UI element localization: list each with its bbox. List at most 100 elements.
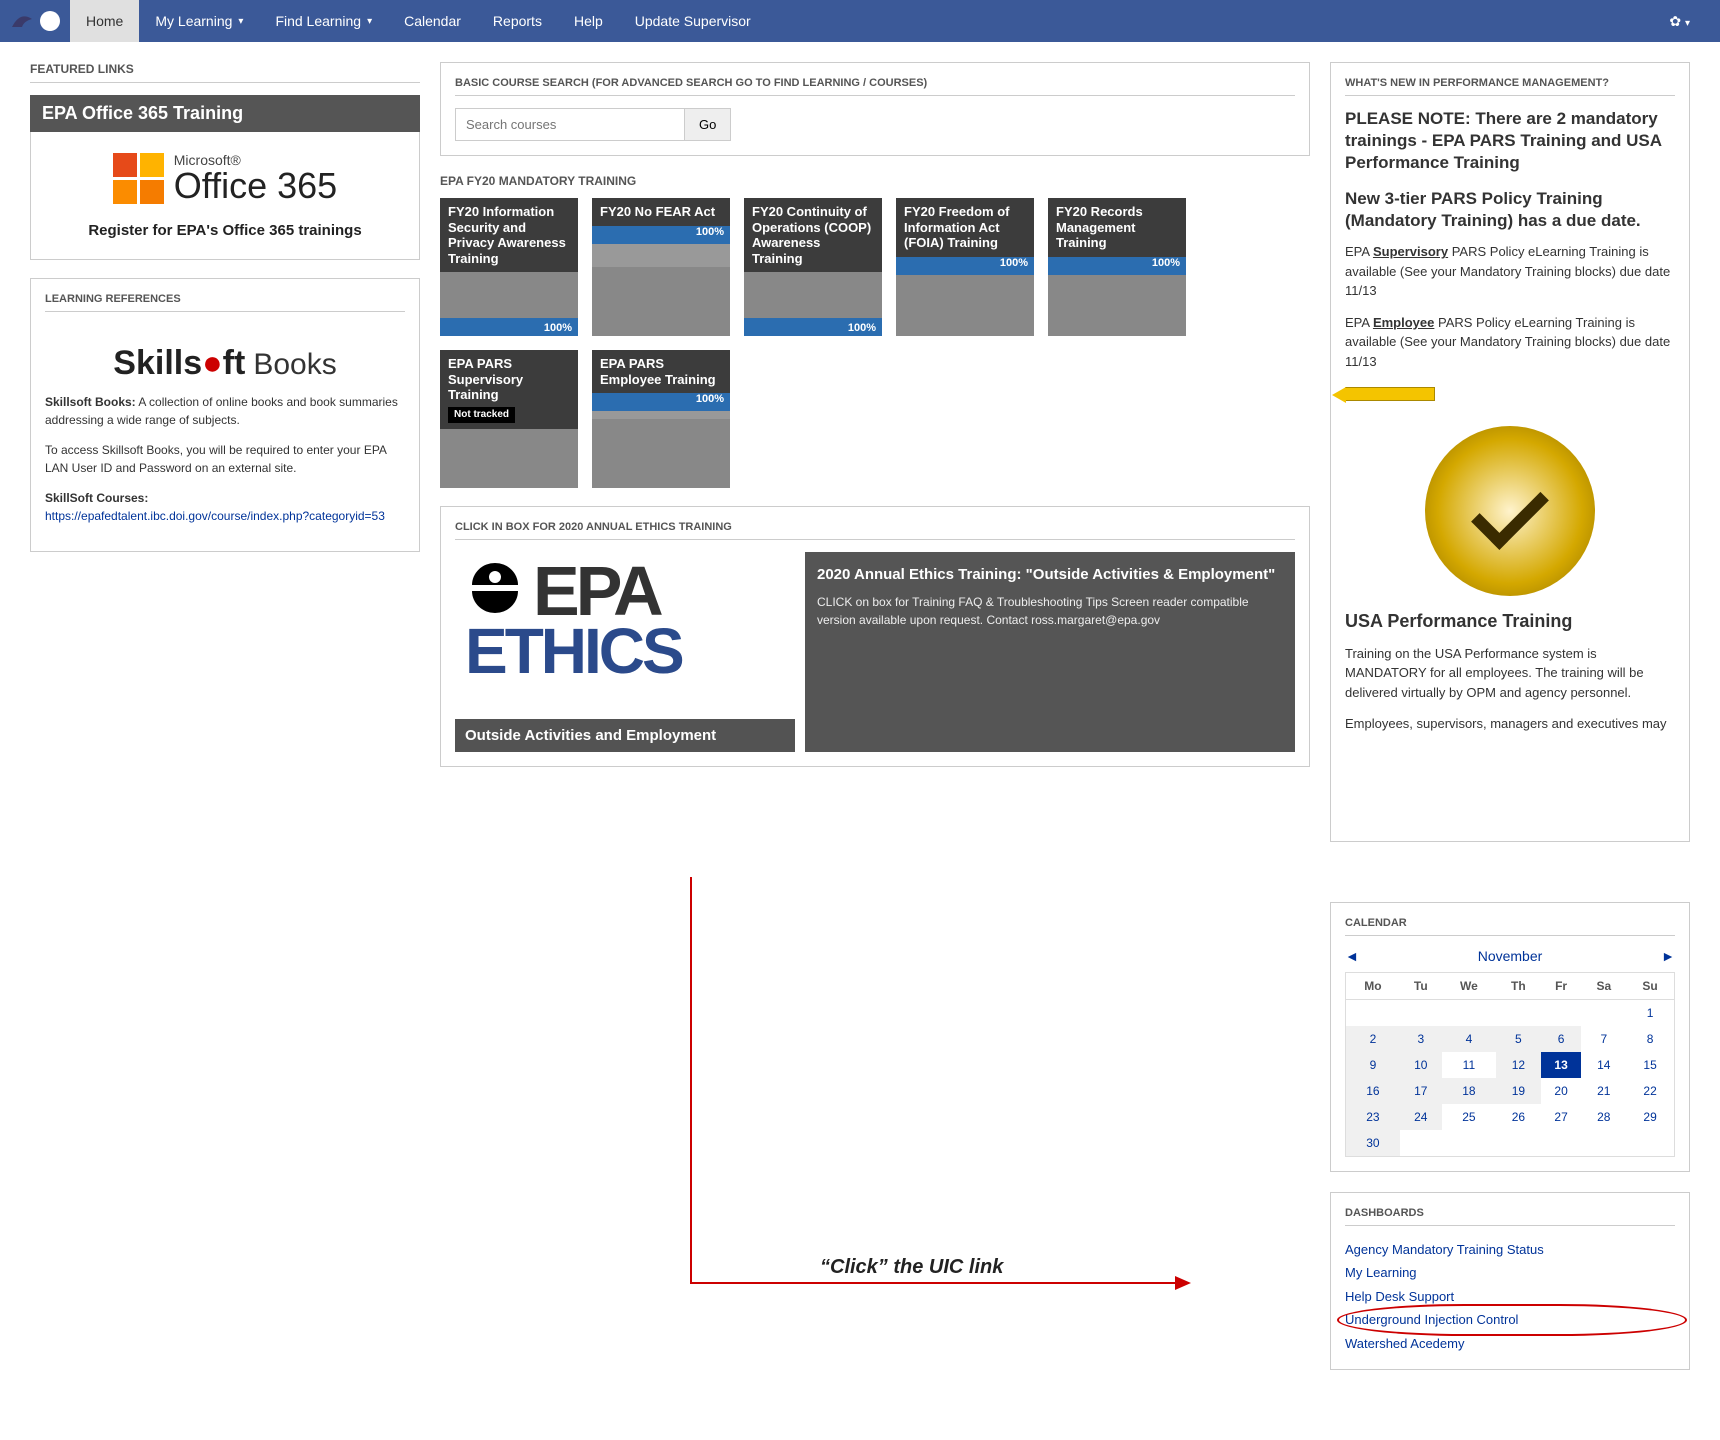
nav-find-learning[interactable]: Find Learning▾ <box>259 0 388 42</box>
ethics-description: 2020 Annual Ethics Training: "Outside Ac… <box>805 552 1295 752</box>
calendar-day[interactable]: 16 <box>1346 1078 1400 1104</box>
calendar-day[interactable]: 20 <box>1541 1078 1582 1104</box>
calendar-panel: CALENDAR ◄ November ► MoTuWeThFrSaSu 123… <box>1330 902 1690 1172</box>
training-tile[interactable]: FY20 Information Security and Privacy Aw… <box>440 198 578 336</box>
training-tile[interactable]: FY20 Records Management Training100% <box>1048 198 1186 336</box>
search-input[interactable] <box>455 108 685 141</box>
mandatory-title: EPA FY20 MANDATORY TRAINING <box>440 174 1310 188</box>
calendar-day[interactable]: 5 <box>1496 1026 1541 1052</box>
pars-seal-icon <box>1425 426 1595 596</box>
calendar-day[interactable]: 3 <box>1400 1026 1442 1052</box>
training-tile[interactable]: FY20 Continuity of Operations (COOP) Awa… <box>744 198 882 336</box>
arrow-left-icon <box>1345 387 1435 401</box>
tile-title: FY20 Information Security and Privacy Aw… <box>440 198 578 272</box>
tile-title: FY20 No FEAR Act <box>592 198 730 226</box>
calendar-next[interactable]: ► <box>1661 948 1675 964</box>
settings-menu[interactable]: ✿ ▾ <box>1669 13 1710 30</box>
calendar-day[interactable]: 15 <box>1626 1052 1674 1078</box>
ethics-training-tile[interactable]: EPA ETHICS Outside Activities and Employ… <box>455 552 795 752</box>
calendar-day[interactable]: 13 <box>1541 1052 1582 1078</box>
dashboard-link[interactable]: Agency Mandatory Training Status <box>1345 1238 1675 1261</box>
calendar-day[interactable]: 7 <box>1581 1026 1626 1052</box>
calendar-prev[interactable]: ◄ <box>1345 948 1359 964</box>
dashboard-link-uic[interactable]: Underground Injection Control <box>1345 1308 1675 1331</box>
calendar-day[interactable]: 30 <box>1346 1130 1400 1157</box>
calendar-day[interactable]: 6 <box>1541 1026 1582 1052</box>
tile-title: EPA PARS Supervisory TrainingNot tracked <box>440 350 578 429</box>
training-tile[interactable]: EPA PARS Employee Training100% <box>592 350 730 488</box>
featured-title: FEATURED LINKS <box>30 62 420 76</box>
calendar-day[interactable]: 24 <box>1400 1104 1442 1130</box>
whats-new-panel: WHAT'S NEW IN PERFORMANCE MANAGEMENT? PL… <box>1330 62 1690 842</box>
calendar-day <box>1581 1130 1626 1157</box>
calendar-day <box>1442 1130 1496 1157</box>
calendar-day[interactable]: 17 <box>1400 1078 1442 1104</box>
course-search-panel: BASIC COURSE SEARCH (FOR ADVANCED SEARCH… <box>440 62 1310 156</box>
tile-title: FY20 Continuity of Operations (COOP) Awa… <box>744 198 882 272</box>
calendar-day[interactable]: 18 <box>1442 1078 1496 1104</box>
calendar-day[interactable]: 23 <box>1346 1104 1400 1130</box>
calendar-day[interactable]: 29 <box>1626 1104 1674 1130</box>
progress-percent: 100% <box>1152 257 1180 269</box>
nav-calendar[interactable]: Calendar <box>388 0 477 42</box>
ethics-panel: CLICK IN BOX FOR 2020 ANNUAL ETHICS TRAI… <box>440 506 1310 767</box>
callout-text: “Click” the UIC link <box>820 1256 1003 1279</box>
mandatory-tiles: FY20 Information Security and Privacy Aw… <box>440 198 1310 488</box>
nav-home[interactable]: Home <box>70 0 139 42</box>
dashboards-panel: DASHBOARDS Agency Mandatory Training Sta… <box>1330 1192 1690 1370</box>
progress-percent: 100% <box>696 393 724 405</box>
chevron-down-icon: ▾ <box>238 16 243 27</box>
calendar-day[interactable]: 11 <box>1442 1052 1496 1078</box>
calendar-day[interactable]: 1 <box>1626 1000 1674 1027</box>
calendar-day <box>1400 1000 1442 1027</box>
app-logo <box>10 11 70 31</box>
calendar-day <box>1496 1000 1541 1027</box>
calendar-day[interactable]: 8 <box>1626 1026 1674 1052</box>
training-tile[interactable]: FY20 Freedom of Information Act (FOIA) T… <box>896 198 1034 336</box>
office-icon <box>113 153 164 204</box>
epa-seal-icon <box>40 11 60 31</box>
epa-icon <box>465 563 525 623</box>
office365-card[interactable]: EPA Office 365 Training Microsoft® Offic… <box>30 95 420 260</box>
skillsoft-courses-link[interactable]: https://epafedtalent.ibc.doi.gov/course/… <box>45 509 385 523</box>
calendar-day[interactable]: 2 <box>1346 1026 1400 1052</box>
calendar-grid: MoTuWeThFrSaSu 1234567891011121314151617… <box>1345 972 1675 1157</box>
progress-percent: 100% <box>696 226 724 238</box>
tile-title: EPA PARS Employee Training <box>592 350 730 393</box>
callout-line-h <box>690 1282 1175 1284</box>
tile-title: FY20 Records Management Training <box>1048 198 1186 257</box>
callout-line-v <box>690 877 692 1282</box>
chevron-down-icon: ▾ <box>367 16 372 27</box>
training-tile[interactable]: EPA PARS Supervisory TrainingNot tracked <box>440 350 578 488</box>
calendar-day[interactable]: 22 <box>1626 1078 1674 1104</box>
calendar-day[interactable]: 19 <box>1496 1078 1541 1104</box>
dashboard-link[interactable]: My Learning <box>1345 1261 1675 1284</box>
top-nav: HomeMy Learning▾Find Learning▾CalendarRe… <box>0 0 1720 42</box>
calendar-day[interactable]: 27 <box>1541 1104 1582 1130</box>
calendar-day[interactable]: 26 <box>1496 1104 1541 1130</box>
search-go-button[interactable]: Go <box>684 108 731 141</box>
calendar-day[interactable]: 10 <box>1400 1052 1442 1078</box>
nav-help[interactable]: Help <box>558 0 619 42</box>
calendar-day[interactable]: 25 <box>1442 1104 1496 1130</box>
nav-reports[interactable]: Reports <box>477 0 558 42</box>
nav-my-learning[interactable]: My Learning▾ <box>139 0 259 42</box>
calendar-day <box>1400 1130 1442 1157</box>
calendar-day[interactable]: 21 <box>1581 1078 1626 1104</box>
not-tracked-badge: Not tracked <box>448 407 515 423</box>
progress-percent: 100% <box>544 322 572 334</box>
calendar-day[interactable]: 9 <box>1346 1052 1400 1078</box>
calendar-day <box>1346 1000 1400 1027</box>
nav-update-supervisor[interactable]: Update Supervisor <box>619 0 767 42</box>
training-tile[interactable]: FY20 No FEAR Act100% <box>592 198 730 336</box>
calendar-day[interactable]: 12 <box>1496 1052 1541 1078</box>
calendar-day <box>1581 1000 1626 1027</box>
callout-arrow-icon <box>1175 1276 1191 1290</box>
calendar-day <box>1541 1130 1582 1157</box>
calendar-day[interactable]: 28 <box>1581 1104 1626 1130</box>
bird-icon <box>10 11 34 31</box>
calendar-day[interactable]: 14 <box>1581 1052 1626 1078</box>
calendar-day[interactable]: 4 <box>1442 1026 1496 1052</box>
learning-references: LEARNING REFERENCES Skills●ftBooks Skill… <box>30 278 420 552</box>
calendar-month: November <box>1478 948 1543 964</box>
